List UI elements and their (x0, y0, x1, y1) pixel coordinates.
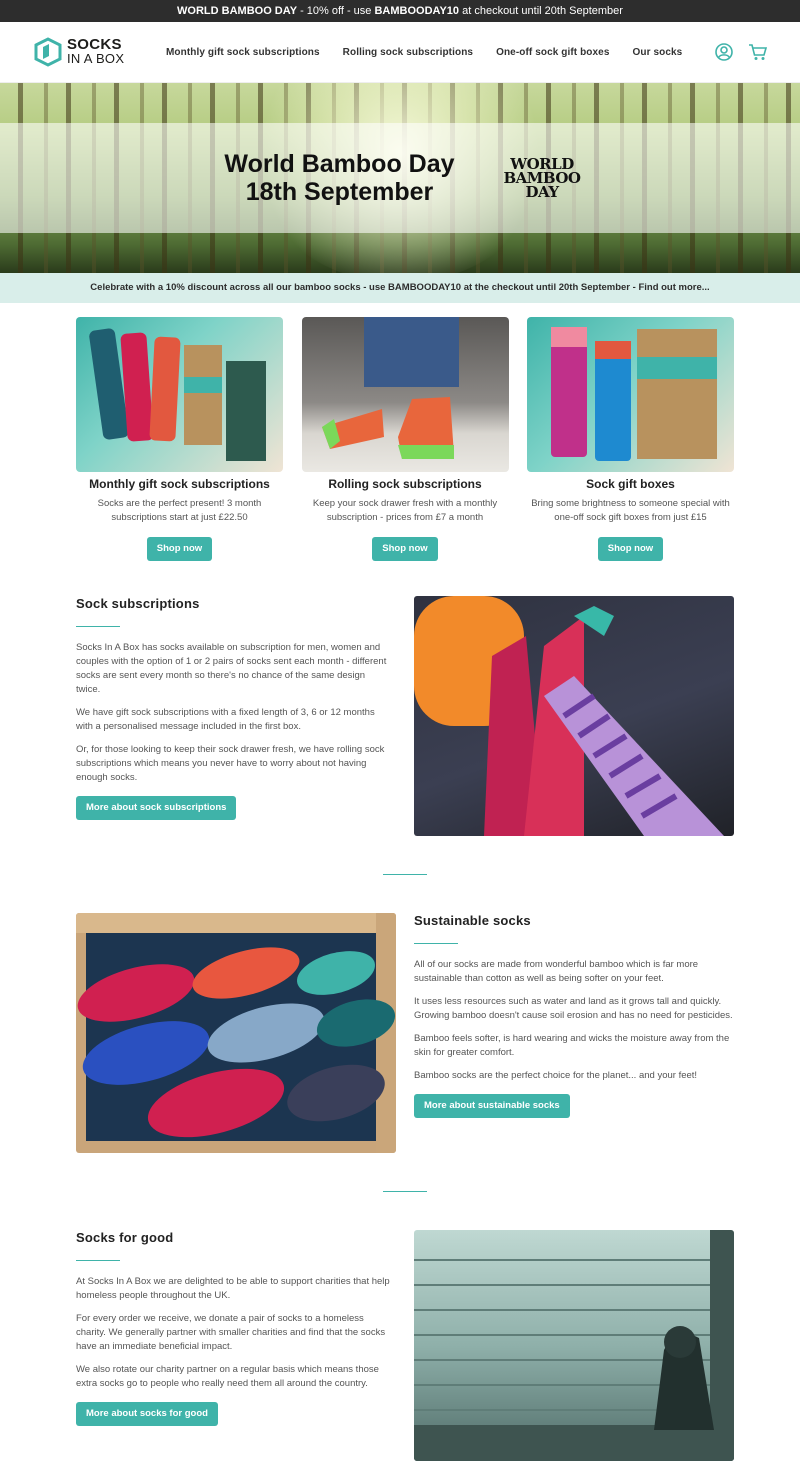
card-gift-boxes: Sock gift boxes Bring some brightness to… (527, 317, 734, 561)
section-title: Socks for good (76, 1230, 174, 1245)
paragraph: All of our socks are made from wonderful… (414, 959, 699, 984)
title-rule (76, 626, 120, 627)
card-image-monthly[interactable] (76, 317, 283, 472)
paragraph: Bamboo socks are the perfect choice for … (414, 1070, 698, 1081)
announcement-text: - 10% off - use (297, 5, 375, 17)
more-good-button[interactable]: More about socks for good (76, 1402, 218, 1426)
product-cards: Monthly gift sock subscriptions Socks ar… (0, 303, 800, 561)
logo-box-icon (34, 37, 62, 67)
section-subscriptions: Sock subscriptions Socks In A Box has so… (76, 596, 734, 836)
announcement-bar: WORLD BAMBOO DAY - 10% off - use BAMBOOD… (0, 0, 800, 22)
announcement-highlight: WORLD BAMBOO DAY (177, 5, 298, 17)
card-monthly-gift: Monthly gift sock subscriptions Socks ar… (76, 317, 283, 561)
header-icons (714, 42, 768, 62)
site-header: SOCKS IN A BOX Monthly gift sock subscri… (0, 22, 800, 83)
logo-text: SOCKS IN A BOX (67, 36, 125, 66)
cart-icon[interactable] (748, 42, 768, 62)
paragraph: For every order we receive, we donate a … (76, 1313, 386, 1352)
section-divider (383, 1191, 427, 1192)
photo-feet-socks-on-sofa (414, 596, 734, 836)
shop-now-button[interactable]: Shop now (597, 537, 664, 561)
paragraph: Or, for those looking to keep their sock… (76, 744, 385, 783)
card-image-gift-boxes[interactable] (527, 317, 734, 472)
card-text: Bring some brightness to someone special… (531, 498, 730, 523)
hero-band: World Bamboo Day 18th September WORLD BA… (0, 123, 800, 233)
section-sustainable: Sustainable socks All of our socks are m… (76, 913, 734, 1153)
nav-rolling[interactable]: Rolling sock subscriptions (343, 47, 473, 58)
promo-strip[interactable]: Celebrate with a 10% discount across all… (0, 273, 800, 303)
announcement-tail: at checkout until 20th September (459, 5, 623, 17)
hero-title: World Bamboo Day 18th September (219, 150, 459, 206)
section-socks-for-good: Socks for good At Socks In A Box we are … (76, 1230, 734, 1461)
paragraph: Socks In A Box has socks available on su… (76, 642, 387, 695)
card-title: Sock gift boxes (586, 477, 675, 491)
world-bamboo-day-logo: WORLD BAMBOO DAY (503, 157, 581, 201)
nav-our-socks[interactable]: Our socks (633, 47, 683, 58)
announcement-code: BAMBOODAY10 (374, 5, 460, 17)
title-rule (414, 943, 458, 944)
card-title: Rolling sock subscriptions (328, 477, 482, 491)
main-nav: Monthly gift sock subscriptions Rolling … (166, 47, 714, 58)
logo-text-top: SOCKS (67, 36, 122, 53)
sustainable-text: Sustainable socks All of our socks are m… (414, 913, 734, 1118)
card-image-rolling[interactable] (301, 317, 509, 472)
card-text: Keep your sock drawer fresh with a month… (312, 498, 498, 523)
more-subscriptions-button[interactable]: More about sock subscriptions (76, 796, 237, 820)
section-divider (383, 874, 427, 875)
paragraph: At Socks In A Box we are delighted to be… (76, 1276, 390, 1301)
photo-homeless-person-on-steps (414, 1230, 734, 1461)
hero-title-line2: 18th September (245, 178, 434, 206)
more-sustainable-button[interactable]: More about sustainable socks (414, 1094, 570, 1118)
paragraph: We have gift sock subscriptions with a f… (76, 707, 375, 732)
title-rule (76, 1260, 120, 1261)
hero-title-line1: World Bamboo Day (224, 150, 455, 178)
nav-monthly-gift[interactable]: Monthly gift sock subscriptions (166, 47, 320, 58)
card-title: Monthly gift sock subscriptions (89, 477, 270, 491)
shop-now-button[interactable]: Shop now (146, 537, 213, 561)
subscriptions-text: Sock subscriptions Socks In A Box has so… (76, 596, 388, 820)
user-circle-icon[interactable] (714, 42, 734, 62)
badge-line3: DAY (525, 183, 559, 201)
section-title: Sustainable socks (414, 913, 531, 928)
logo-text-bottom: IN A BOX (67, 51, 125, 66)
shop-now-button[interactable]: Shop now (372, 537, 438, 561)
section-title: Sock subscriptions (76, 596, 200, 611)
photo-sock-drawer (76, 913, 396, 1153)
paragraph: We also rotate our charity partner on a … (76, 1364, 379, 1389)
card-rolling: Rolling sock subscriptions Keep your soc… (301, 317, 509, 561)
paragraph: Bamboo feels softer, is hard wearing and… (414, 1033, 730, 1058)
logo[interactable]: SOCKS IN A BOX (34, 37, 166, 67)
good-text: Socks for good At Socks In A Box we are … (76, 1230, 394, 1426)
hero-banner[interactable]: World Bamboo Day 18th September WORLD BA… (0, 83, 800, 273)
card-text: Socks are the perfect present! 3 month s… (97, 498, 262, 523)
nav-gift-boxes[interactable]: One-off sock gift boxes (496, 47, 609, 58)
paragraph: It uses less resources such as water and… (414, 996, 733, 1021)
